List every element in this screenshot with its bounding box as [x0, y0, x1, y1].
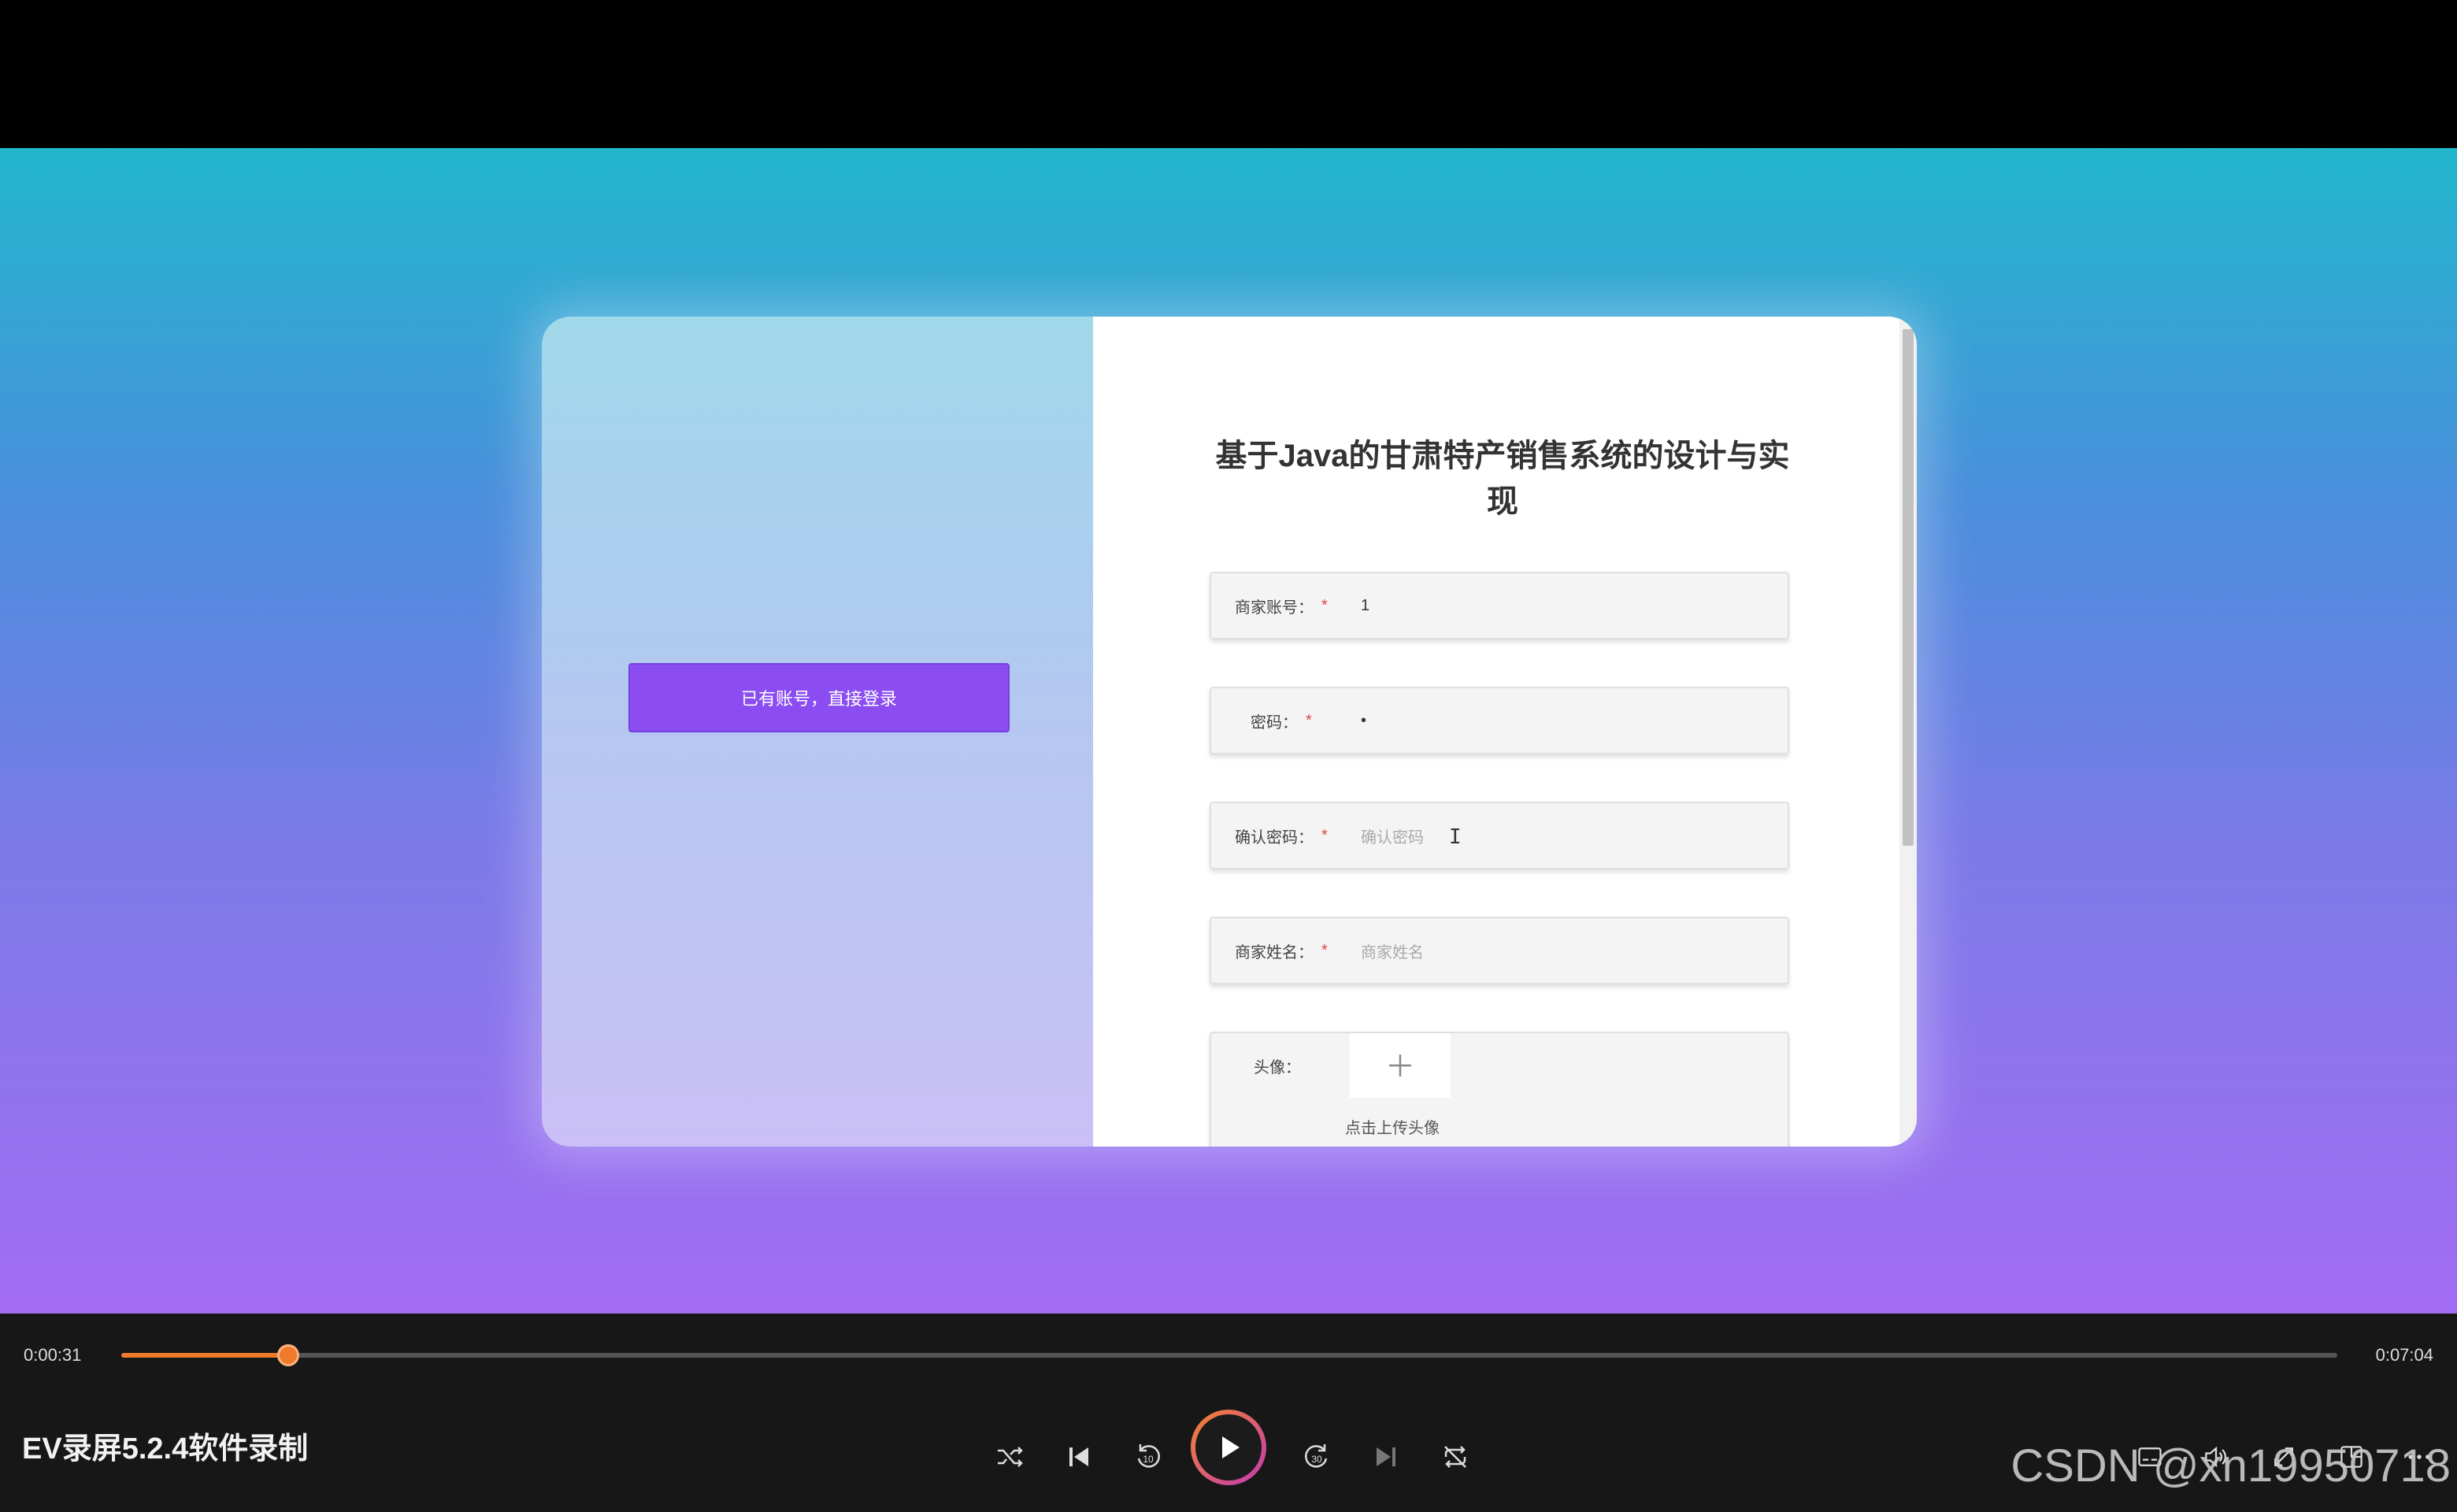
- watermark: CSDN @xn19950718: [2010, 1440, 2451, 1492]
- progress-bar[interactable]: [121, 1344, 2337, 1366]
- player-control-bar: 0:00:31 0:07:04 EV录屏5.2.4软件录制 10 30 CSDN…: [0, 1314, 2457, 1512]
- password-field: 密码： * •: [1210, 687, 1789, 754]
- total-time: 0:07:04: [2375, 1345, 2433, 1365]
- card-left-panel: 已有账号，直接登录: [542, 317, 1093, 1147]
- rewind-10-button[interactable]: 10: [1129, 1438, 1167, 1476]
- avatar-field: 头像： 点击上传头像: [1210, 1032, 1789, 1147]
- top-letterbox: [0, 0, 2457, 148]
- confirm-password-input[interactable]: 确认密码: [1361, 803, 1424, 868]
- merchant-name-field: 商家姓名： * 商家姓名: [1210, 917, 1789, 984]
- field-label-text: 商家账号：: [1235, 598, 1314, 617]
- field-label: 商家姓名： *: [1235, 918, 1328, 983]
- password-input[interactable]: •: [1361, 688, 1366, 753]
- play-button[interactable]: [1191, 1410, 1266, 1485]
- forward-seconds: 30: [1311, 1454, 1322, 1465]
- field-label-text: 商家姓名：: [1235, 943, 1314, 962]
- recorder-label: EV录屏5.2.4软件录制: [22, 1432, 309, 1466]
- required-mark: *: [1321, 941, 1328, 959]
- rewind-seconds: 10: [1143, 1454, 1154, 1465]
- plus-icon: [1389, 1054, 1411, 1077]
- progress-fill: [121, 1353, 289, 1358]
- register-form-panel: 基于Java的甘肃特产销售系统的设计与实现 商家账号： * 1 密码： * • 确认…: [1093, 317, 1917, 1147]
- current-time: 0:00:31: [24, 1345, 82, 1365]
- shuffle-icon: [998, 1447, 1023, 1467]
- form-scrollbar[interactable]: [1899, 317, 1917, 1147]
- repeat-off-icon: [1444, 1446, 1466, 1468]
- text-cursor-icon: I: [1449, 825, 1462, 849]
- avatar-upload-button[interactable]: [1350, 1033, 1451, 1098]
- video-frame: 已有账号，直接登录 基于Java的甘肃特产销售系统的设计与实现 商家账号： * 1…: [0, 148, 2457, 1314]
- previous-icon: [1069, 1447, 1088, 1466]
- field-label-text: 头像：: [1254, 1058, 1301, 1077]
- progress-knob[interactable]: [277, 1344, 300, 1366]
- forward-30-button[interactable]: 30: [1298, 1438, 1336, 1476]
- merchant-account-field: 商家账号： * 1: [1210, 572, 1789, 639]
- scrollbar-thumb[interactable]: [1903, 329, 1914, 846]
- field-label: 头像：: [1254, 1033, 1301, 1098]
- next-icon: [1377, 1447, 1395, 1466]
- register-card: 已有账号，直接登录 基于Java的甘肃特产销售系统的设计与实现 商家账号： * 1…: [542, 317, 1917, 1147]
- page-title: 基于Java的甘肃特产销售系统的设计与实现: [1215, 439, 1790, 519]
- field-label: 密码： *: [1251, 688, 1312, 753]
- login-link-button[interactable]: 已有账号，直接登录: [628, 663, 1010, 732]
- forward-30-icon: 30: [1305, 1444, 1328, 1468]
- field-label: 确认密码： *: [1235, 803, 1328, 868]
- confirm-password-field: 确认密码： * 确认密码 I: [1210, 802, 1789, 869]
- previous-button[interactable]: [1060, 1438, 1098, 1476]
- field-label: 商家账号： *: [1235, 573, 1328, 638]
- next-button[interactable]: [1367, 1438, 1405, 1476]
- shuffle-button[interactable]: [991, 1438, 1028, 1476]
- field-label-text: 密码：: [1251, 713, 1298, 732]
- play-icon: [1222, 1436, 1240, 1458]
- rewind-10-icon: 10: [1137, 1444, 1160, 1468]
- avatar-upload-hint: 点击上传头像: [1345, 1120, 1440, 1137]
- required-mark: *: [1321, 596, 1328, 614]
- required-mark: *: [1321, 826, 1328, 844]
- required-mark: *: [1306, 711, 1312, 729]
- merchant-name-input[interactable]: 商家姓名: [1361, 918, 1424, 983]
- field-label-text: 确认密码：: [1235, 828, 1314, 847]
- repeat-button[interactable]: [1436, 1438, 1474, 1476]
- merchant-account-input[interactable]: 1: [1361, 573, 1369, 638]
- play-button-inner: [1195, 1414, 1262, 1480]
